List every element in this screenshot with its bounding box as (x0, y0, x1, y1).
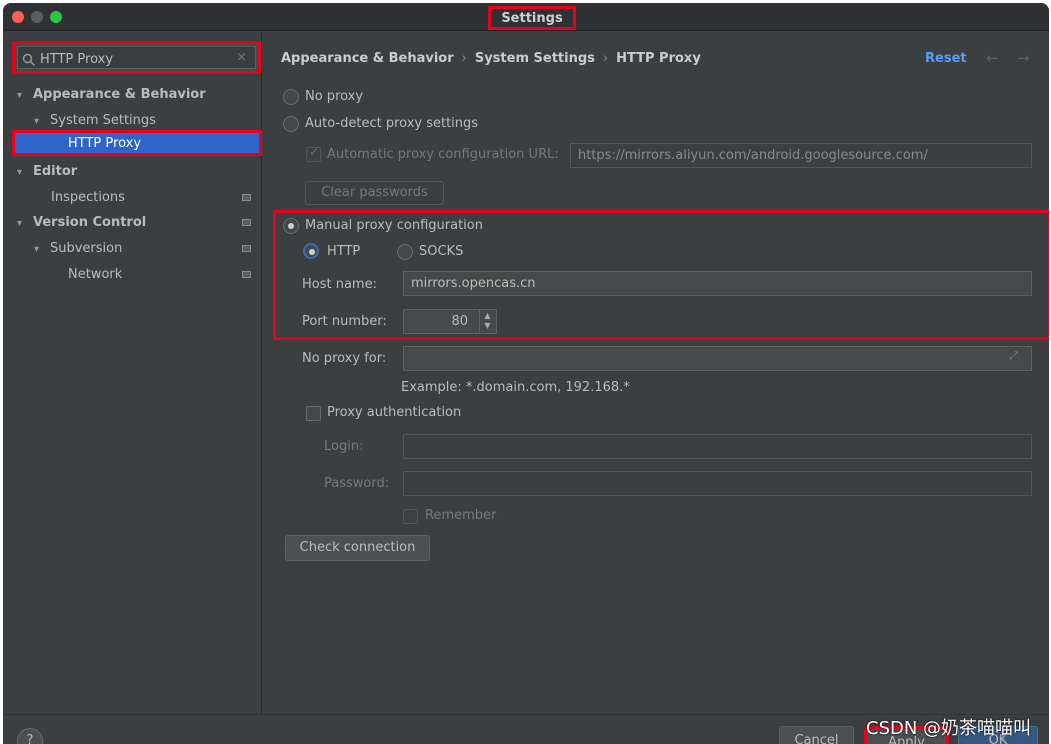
breadcrumb-http-proxy: HTTP Proxy (616, 51, 701, 66)
remember-label: Remember (425, 508, 497, 523)
auto-config-url-label: Automatic proxy configuration URL: (327, 147, 559, 162)
checkmark-icon: ✓ (309, 145, 320, 159)
minimize-window-button[interactable] (31, 11, 43, 23)
tree-item-inspections[interactable]: Inspections (51, 186, 125, 210)
no-proxy-for-label: No proxy for: (302, 351, 387, 366)
settings-sidebar: × ▾ Appearance & Behavior ▾ System Setting… (3, 32, 262, 714)
expand-icon[interactable]: ⤢ (1009, 349, 1018, 363)
back-arrow-icon[interactable]: ← (986, 49, 999, 67)
tree-item-label: Subversion (50, 241, 123, 256)
no-proxy-example: Example: *.domain.com, 192.168.* (401, 380, 630, 395)
settings-window: Settings × ▾ Appearance & Behavior ▾ Syste… (3, 3, 1049, 744)
tree-item-label: System Settings (50, 113, 156, 128)
socks-label: SOCKS (419, 244, 464, 259)
proxy-auth-checkbox[interactable] (306, 406, 321, 421)
breadcrumb-separator: › (461, 51, 467, 66)
tree-item-version-control[interactable]: ▾ Version Control (17, 211, 146, 235)
socks-radio[interactable] (397, 244, 413, 260)
cancel-button[interactable]: Cancel (779, 726, 854, 744)
reset-link[interactable]: Reset (925, 51, 967, 66)
search-field-frame: × (17, 46, 256, 69)
clear-passwords-button[interactable]: Clear passwords (305, 181, 444, 205)
auto-detect-label: Auto-detect proxy settings (305, 116, 479, 131)
no-proxy-radio[interactable] (283, 89, 299, 105)
breadcrumb-separator: › (602, 51, 609, 66)
breadcrumb-system-settings[interactable]: System Settings (475, 51, 595, 66)
close-window-button[interactable] (12, 11, 24, 23)
auto-config-url-checkbox[interactable]: ✓ (306, 145, 321, 162)
breadcrumb-appearance[interactable]: Appearance & Behavior (281, 51, 454, 66)
tree-item-http-proxy[interactable]: HTTP Proxy (12, 130, 262, 156)
manual-proxy-label: Manual proxy configuration (305, 218, 483, 233)
tree-item-label: Inspections (51, 190, 125, 205)
tree-item-label: Appearance & Behavior (33, 87, 206, 102)
tree-item-label: HTTP Proxy (68, 136, 142, 151)
help-button[interactable]: ? (17, 728, 43, 744)
no-proxy-label: No proxy (305, 89, 364, 104)
forward-arrow-icon[interactable]: → (1017, 49, 1030, 67)
login-input[interactable] (403, 434, 1032, 459)
settings-content: Appearance & Behavior › System Settings › HT… (263, 32, 1049, 714)
chevron-down-icon: ▾ (17, 167, 23, 178)
tree-item-label: Editor (33, 164, 78, 179)
project-scope-icon (242, 219, 251, 226)
host-name-input[interactable] (403, 271, 1032, 296)
project-scope-icon (242, 194, 251, 201)
watermark: CSDN @奶茶喵喵叫 (866, 718, 1032, 739)
search-box: × (12, 41, 261, 74)
clear-search-icon[interactable]: × (236, 50, 247, 65)
tree-item-subversion[interactable]: ▾ Subversion (34, 237, 122, 261)
port-number-label: Port number: (302, 314, 387, 329)
password-label: Password: (324, 476, 390, 491)
password-input[interactable] (403, 471, 1032, 496)
chevron-down-icon: ▾ (17, 90, 23, 101)
tree-item-appearance-behavior[interactable]: ▾ Appearance & Behavior (17, 83, 206, 107)
window-title: Settings (488, 6, 576, 30)
chevron-down-icon: ▾ (34, 244, 40, 255)
proxy-auth-label: Proxy authentication (327, 405, 462, 420)
chevron-down-icon: ▾ (17, 218, 23, 229)
http-label: HTTP (327, 244, 361, 259)
login-label: Login: (324, 439, 364, 454)
http-radio[interactable] (303, 243, 319, 259)
breadcrumb: Appearance & Behavior › System Settings › HT… (281, 51, 701, 66)
search-input[interactable] (40, 50, 230, 68)
port-stepper-icon[interactable]: ▲ ▼ (479, 309, 495, 334)
tree-item-network[interactable]: Network (68, 263, 122, 287)
no-proxy-for-input[interactable] (403, 346, 1032, 371)
remember-checkbox[interactable] (403, 509, 418, 524)
project-scope-icon (242, 271, 251, 278)
tree-item-label: Version Control (33, 215, 147, 230)
tree-item-editor[interactable]: ▾ Editor (17, 160, 77, 184)
host-name-label: Host name: (302, 277, 377, 292)
maximize-window-button[interactable] (50, 11, 62, 23)
manual-proxy-radio[interactable] (283, 218, 299, 234)
project-scope-icon (242, 245, 251, 252)
tree-item-label: Network (68, 267, 123, 282)
title-bar: Settings (3, 3, 1049, 31)
auto-detect-radio[interactable] (283, 116, 299, 132)
search-icon (22, 53, 35, 66)
auto-config-url-input[interactable] (570, 143, 1032, 168)
check-connection-button[interactable]: Check connection (285, 535, 430, 561)
